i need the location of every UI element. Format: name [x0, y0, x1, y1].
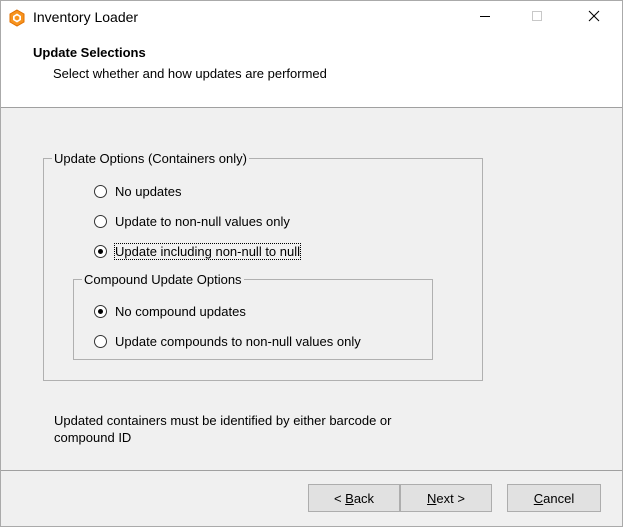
- back-mnemonic: B: [345, 490, 354, 506]
- wizard-window: Inventory Loader Update Selections Selec…: [0, 0, 623, 527]
- back-button[interactable]: < Back: [308, 484, 400, 512]
- window-title: Inventory Loader: [33, 9, 139, 25]
- info-note: Updated containers must be identified by…: [54, 413, 392, 445]
- back-prefix: <: [333, 490, 346, 506]
- title-bar[interactable]: Inventory Loader: [1, 1, 622, 33]
- radio-button-checked-icon[interactable]: [94, 244, 107, 258]
- radio-update-including-null[interactable]: Update including non-null to null: [94, 242, 302, 260]
- close-button[interactable]: [571, 1, 617, 33]
- radio-update-non-null[interactable]: Update to non-null values only: [94, 212, 290, 230]
- wizard-header: Update Selections Select whether and how…: [1, 33, 622, 108]
- radio-label: Update compounds to non-null values only: [115, 333, 361, 349]
- page-subtitle: Select whether and how updates are perfo…: [53, 66, 327, 81]
- next-mnemonic: N: [427, 490, 437, 506]
- radio-button-icon[interactable]: [94, 334, 107, 348]
- update-options-legend: Update Options (Containers only): [52, 151, 249, 166]
- maximize-button: [514, 1, 560, 33]
- cancel-label-rest: ancel: [543, 490, 575, 506]
- cancel-button[interactable]: Cancel: [507, 484, 601, 512]
- radio-button-icon[interactable]: [94, 184, 107, 198]
- radio-no-updates[interactable]: No updates: [94, 182, 182, 200]
- minimize-button[interactable]: [462, 1, 508, 33]
- radio-no-compound-updates[interactable]: No compound updates: [94, 302, 246, 320]
- radio-label: Update to non-null values only: [115, 213, 290, 229]
- radio-button-checked-icon[interactable]: [94, 304, 107, 318]
- radio-button-icon[interactable]: [94, 214, 107, 228]
- radio-label: No updates: [115, 183, 182, 199]
- back-label-rest: ack: [353, 490, 375, 506]
- page-title: Update Selections: [33, 45, 146, 60]
- cancel-mnemonic: C: [533, 490, 544, 506]
- compound-options-legend: Compound Update Options: [82, 272, 244, 287]
- hexagon-app-icon: [8, 9, 26, 27]
- radio-label: No compound updates: [115, 303, 246, 319]
- radio-label: Update including non-null to null: [113, 242, 302, 260]
- next-label-rest: ext >: [436, 490, 465, 506]
- minimize-icon: [479, 10, 491, 25]
- close-icon: [588, 10, 600, 25]
- next-button[interactable]: Next >: [400, 484, 492, 512]
- radio-update-compounds-non-null[interactable]: Update compounds to non-null values only: [94, 332, 361, 350]
- footer-divider: [1, 470, 622, 471]
- maximize-icon: [531, 10, 543, 25]
